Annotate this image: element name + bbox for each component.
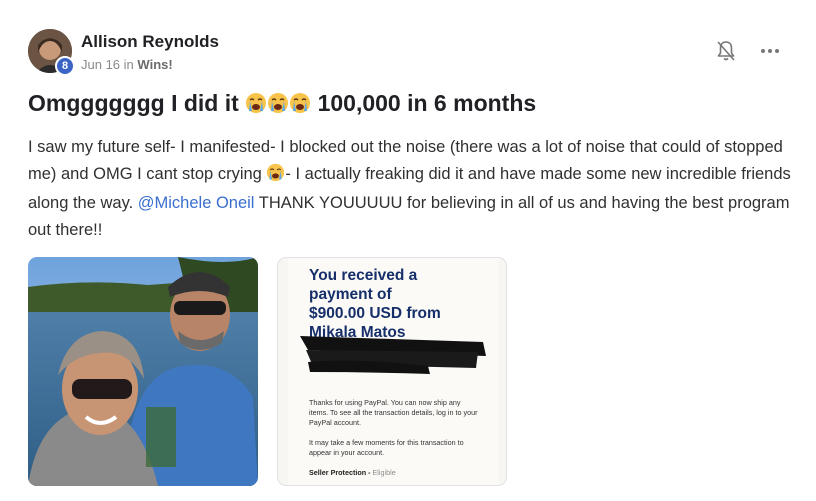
photo-attachment[interactable] [28,257,258,486]
crying-face-icon [289,92,311,120]
title-text: Omggggggg I did it [28,90,239,116]
level-badge: 8 [55,56,75,76]
seller-protection-row: Seller Protection - Eligible [309,468,481,478]
author-name[interactable]: Allison Reynolds [81,32,219,52]
post-meta: Jun 16 in Wins! [81,57,173,72]
redaction-scribble [278,328,506,393]
crying-face-icon [245,92,267,120]
more-horizontal-icon[interactable] [758,42,782,60]
receipt-moments-text: It may take a few moments for this trans… [309,438,464,457]
category-link[interactable]: Wins! [137,57,172,72]
eligible-label: Eligible [372,468,396,477]
post-body: I saw my future self- I manifested- I bl… [28,134,798,243]
title-tail-text: 100,000 in 6 months [317,90,537,116]
in-label: in [123,57,134,72]
receipt-thanks-text: Thanks for using PayPal. You can now shi… [309,398,478,427]
receipt-line-2: payment of [309,286,392,303]
seller-protection-label: Seller Protection - [309,468,371,477]
post-date: Jun 16 [81,57,121,72]
receipt-line-1: You received a [309,267,418,284]
receipt-screenshot[interactable]: You received a payment of $900.00 USD fr… [277,257,507,486]
post-title: Omggggggg I did it 100,000 in 6 months [28,90,536,120]
crying-face-icon [267,92,289,120]
mention-link[interactable]: @Michele Oneil [138,194,255,212]
crying-face-icon [266,163,285,191]
receipt-line-3: $900.00 USD from [309,305,441,322]
bell-off-icon[interactable] [716,40,736,62]
